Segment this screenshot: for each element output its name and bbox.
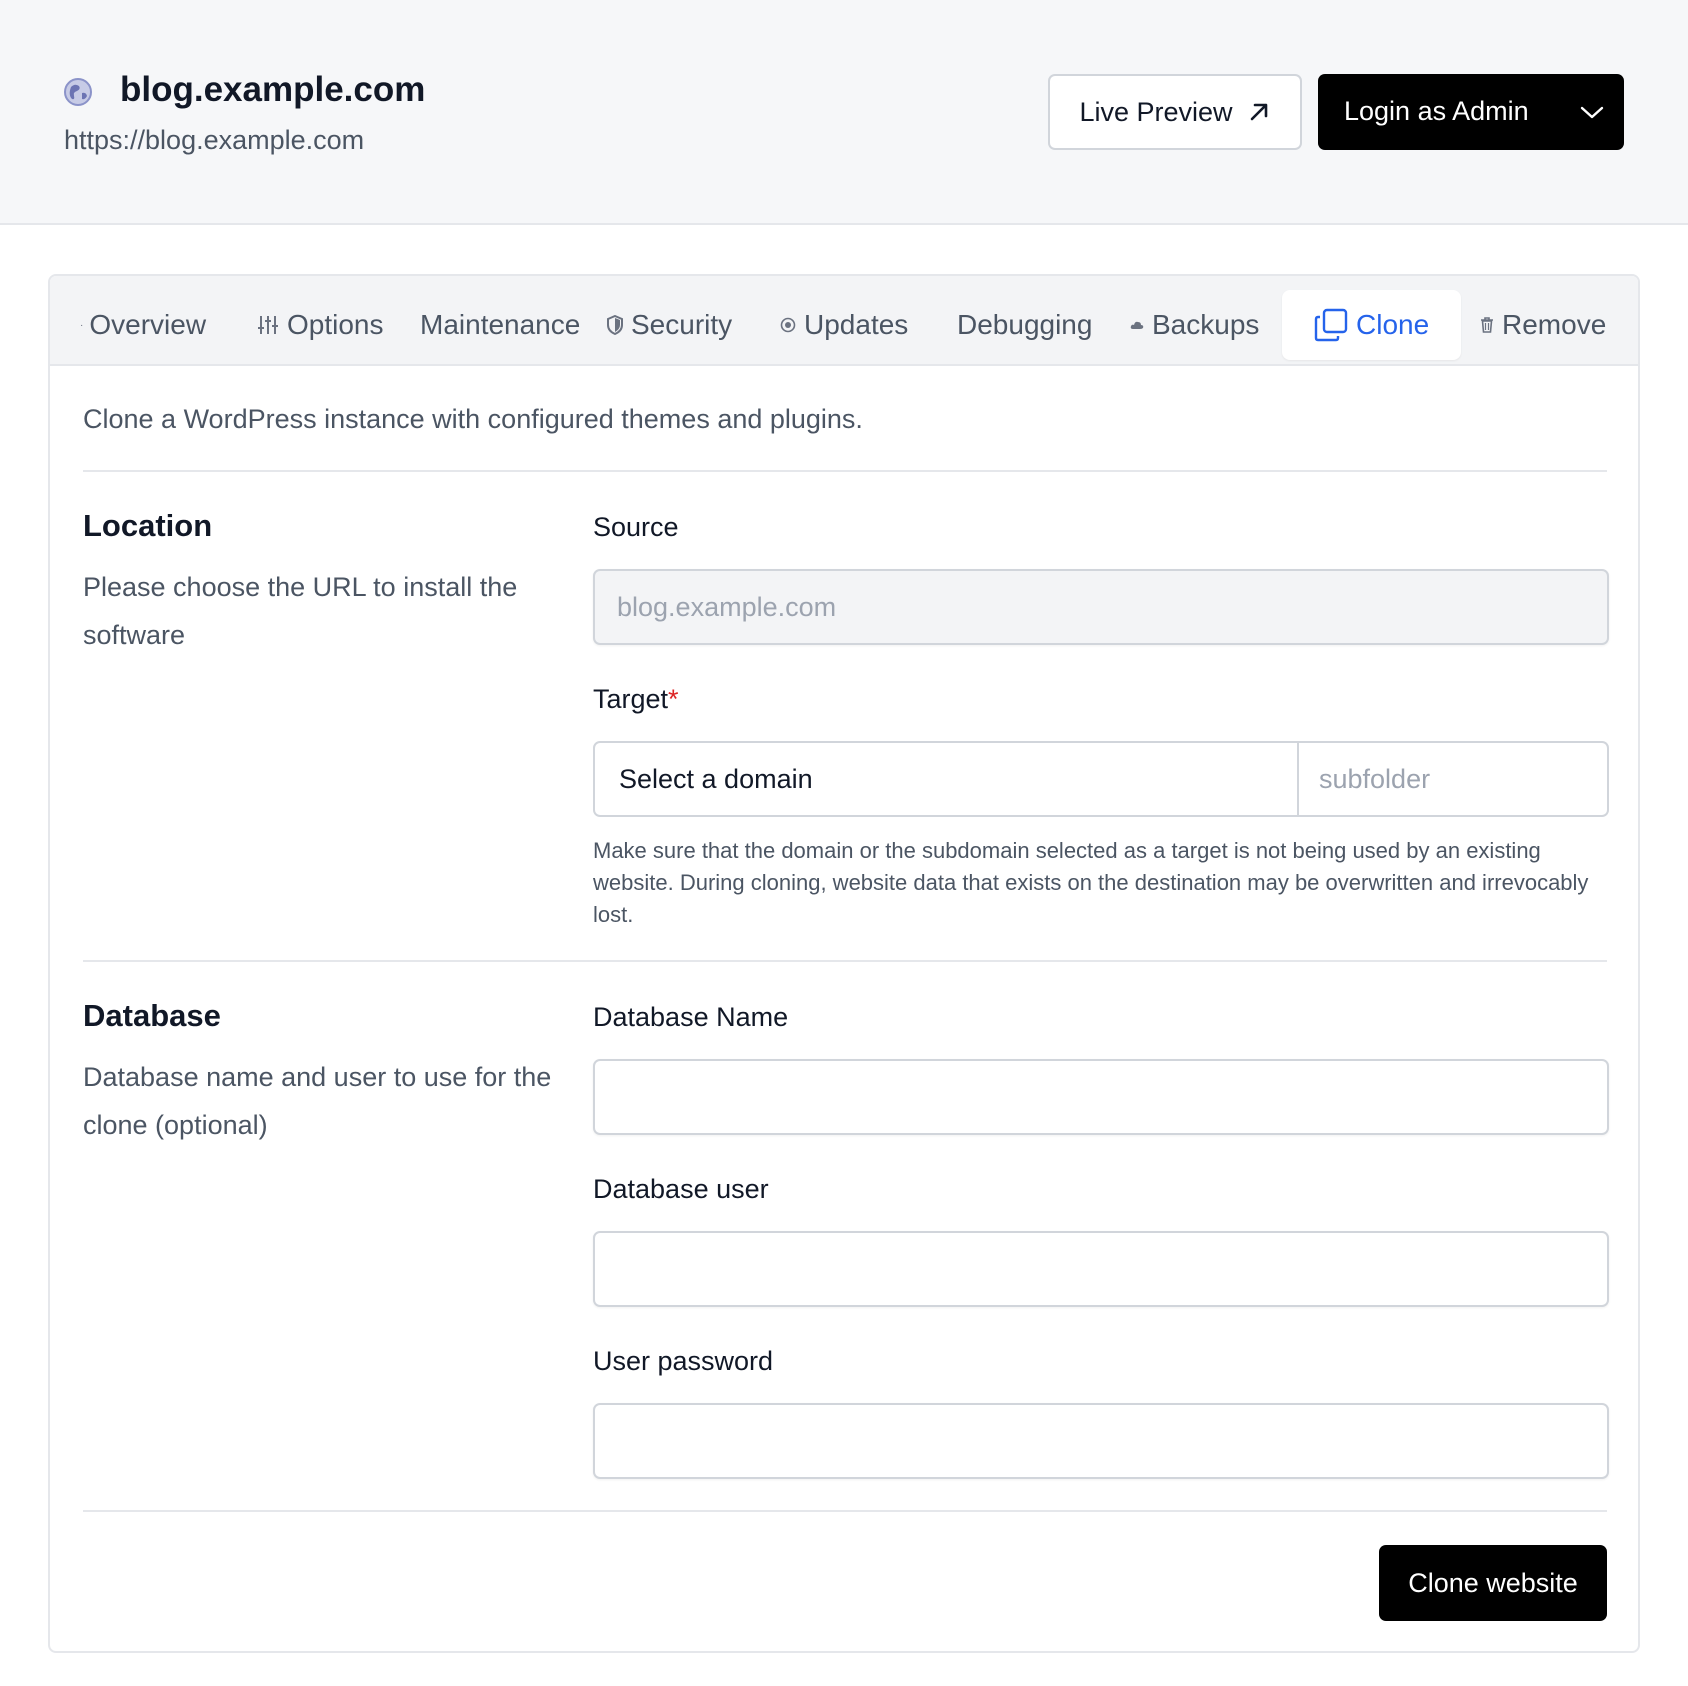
updates-icon: [780, 317, 796, 333]
clone-intro-text: Clone a WordPress instance with configur…: [83, 404, 863, 434]
tab-bar: · Overview Options Maintenance Security …: [50, 276, 1638, 366]
tab-updates[interactable]: Updates: [780, 290, 908, 360]
tab-options-label: Options: [287, 309, 384, 340]
tab-updates-label: Updates: [804, 309, 909, 340]
database-name-input[interactable]: [593, 1059, 1609, 1135]
copy-icon: [1314, 308, 1348, 342]
chevron-down-icon[interactable]: [1578, 100, 1606, 124]
tab-remove[interactable]: Remove: [1480, 290, 1606, 360]
globe-icon: [64, 78, 92, 106]
user-password-label: User password: [593, 1346, 774, 1376]
overview-icon: ·: [80, 319, 84, 331]
tab-security[interactable]: Security: [607, 290, 732, 360]
tab-security-label: Security: [631, 309, 733, 340]
tab-maintenance[interactable]: Maintenance: [420, 290, 580, 360]
tab-options[interactable]: Options: [257, 290, 384, 360]
tab-overview-label: Overview: [89, 309, 207, 340]
external-link-icon: [1250, 103, 1267, 121]
clone-website-button[interactable]: Clone website: [1379, 1545, 1607, 1621]
location-section-description: Please choose the URL to install the sof…: [83, 572, 518, 650]
subfolder-input[interactable]: [1299, 741, 1609, 817]
tab-clone[interactable]: Clone: [1282, 290, 1462, 360]
required-marker: *: [668, 684, 679, 714]
source-label: Source: [593, 512, 679, 542]
divider: [83, 470, 1607, 472]
site-header: blog.example.com https://blog.example.co…: [0, 0, 1688, 225]
divider: [83, 1510, 1607, 1512]
domain-select[interactable]: Select a domain: [593, 741, 1299, 817]
login-as-admin-label: Login as Admin: [1344, 96, 1529, 126]
tab-debugging-label: Debugging: [957, 309, 1093, 340]
site-title: blog.example.com: [120, 70, 426, 109]
target-label: Target*: [593, 684, 679, 715]
login-as-admin-button[interactable]: Login as Admin: [1318, 74, 1624, 150]
tab-backups[interactable]: Backups: [1130, 290, 1259, 360]
database-user-label: Database user: [593, 1174, 769, 1204]
tab-remove-label: Remove: [1502, 309, 1607, 340]
target-label-text: Target: [593, 684, 669, 714]
tab-clone-label: Clone: [1356, 309, 1430, 340]
location-section-title: Location: [83, 508, 213, 543]
database-section-description: Database name and user to use for the cl…: [83, 1062, 552, 1140]
tab-backups-label: Backups: [1152, 309, 1260, 340]
database-name-label: Database Name: [593, 1002, 789, 1032]
database-section-title: Database: [83, 998, 221, 1033]
tab-debugging[interactable]: Debugging: [957, 290, 1092, 360]
target-help-text: Make sure that the domain or the subdoma…: [593, 838, 1589, 927]
database-user-input[interactable]: [593, 1231, 1609, 1307]
site-url: https://blog.example.com: [64, 125, 365, 155]
tab-maintenance-label: Maintenance: [420, 309, 581, 340]
shield-icon: [607, 315, 623, 335]
user-password-input[interactable]: [593, 1403, 1609, 1479]
trash-icon: [1480, 316, 1494, 334]
divider: [83, 960, 1607, 962]
cloud-icon: [1130, 319, 1144, 331]
tab-overview[interactable]: · Overview: [80, 290, 206, 360]
live-preview-label: Live Preview: [1079, 96, 1233, 127]
clone-card: · Overview Options Maintenance Security …: [48, 274, 1640, 1653]
source-input: [593, 569, 1609, 645]
sliders-icon: [257, 314, 279, 336]
live-preview-button[interactable]: Live Preview: [1048, 74, 1302, 150]
domain-select-value: Select a domain: [619, 763, 813, 794]
